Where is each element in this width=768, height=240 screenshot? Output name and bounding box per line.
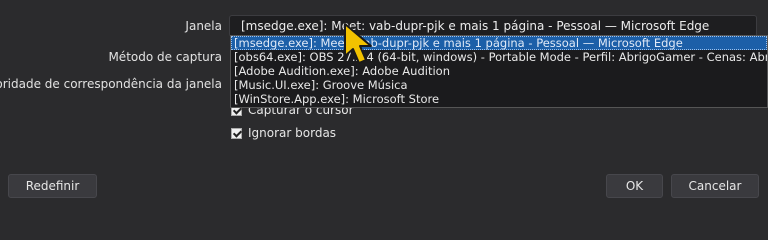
- match-priority-label: Prioridade de correspondência da janela: [0, 77, 222, 91]
- window-label: Janela: [185, 19, 222, 33]
- dropdown-option[interactable]: [msedge.exe]: Meet: vab-dupr-pjk e mais …: [231, 36, 767, 50]
- dropdown-option[interactable]: [Music.UI.exe]: Groove Música: [231, 78, 767, 92]
- mouse-pointer-icon: [344, 23, 372, 64]
- ignore-borders-checkbox-row[interactable]: Ignorar bordas: [231, 126, 336, 140]
- window-dropdown-list[interactable]: [msedge.exe]: Meet: vab-dupr-pjk e mais …: [230, 35, 768, 108]
- dropdown-option[interactable]: [Adobe Audition.exe]: Adobe Audition: [231, 64, 767, 78]
- cancel-button[interactable]: Cancelar: [671, 174, 759, 198]
- window-properties-dialog: Janela Método de captura Prioridade de c…: [0, 0, 768, 206]
- capture-method-label: Método de captura: [108, 50, 222, 64]
- ignore-borders-label: Ignorar bordas: [248, 126, 337, 140]
- reset-button[interactable]: Redefinir: [8, 174, 97, 198]
- window-select[interactable]: [msedge.exe]: Meet: vab-dupr-pjk e mais …: [229, 15, 757, 37]
- dropdown-option[interactable]: [obs64.exe]: OBS 27.2.4 (64-bit, windows…: [231, 50, 767, 64]
- dropdown-option[interactable]: [WinStore.App.exe]: Microsoft Store: [231, 92, 767, 106]
- ignore-borders-checkbox[interactable]: [231, 127, 242, 139]
- ok-button[interactable]: OK: [606, 174, 663, 198]
